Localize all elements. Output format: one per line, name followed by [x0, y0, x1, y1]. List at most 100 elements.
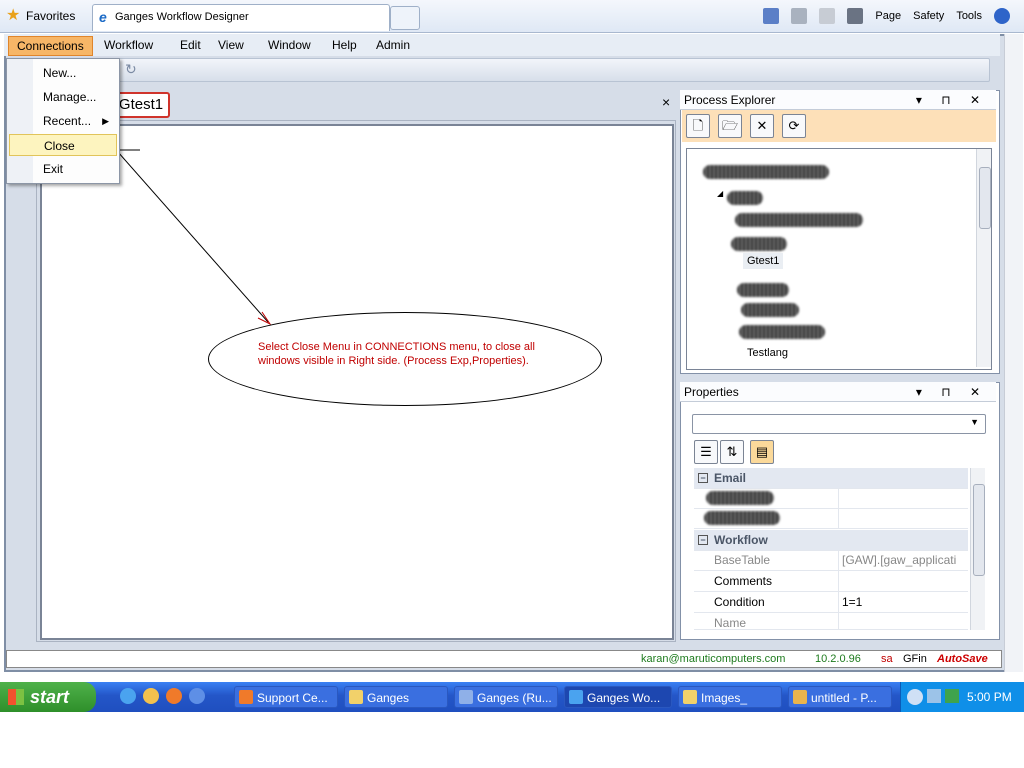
chevron-down-icon: ▼ [970, 417, 979, 427]
redacted-item [737, 283, 789, 297]
property-value[interactable]: 1=1 [842, 592, 966, 612]
task-label: Ganges Wo... [587, 691, 661, 705]
menu-item-new[interactable]: New... [9, 62, 117, 84]
paint-icon [793, 690, 807, 704]
properties-scrollbar[interactable] [970, 468, 985, 630]
menu-item-label: Exit [43, 162, 64, 176]
tree-item-gtest1[interactable]: Gtest1 [743, 253, 784, 269]
status-db-user: sa [881, 653, 893, 665]
status-version: 10.2.0.96 [815, 653, 861, 665]
quicklaunch-icon[interactable] [189, 688, 205, 704]
menu-item-label: Close [44, 139, 75, 153]
process-explorer-toolbar: 🗋 🗁 ✕ ⟳ [682, 110, 996, 142]
task-images[interactable]: Images_ [678, 686, 782, 708]
property-key: Name [714, 616, 747, 630]
quicklaunch-icon[interactable] [143, 688, 159, 704]
panel-controls[interactable]: ▾ ⊓ ✕ [916, 382, 988, 402]
status-database: GFin [903, 653, 927, 665]
redacted-item [739, 325, 825, 339]
start-label: start [30, 687, 70, 707]
property-row-comments[interactable]: Comments [694, 571, 968, 592]
app-icon [459, 690, 473, 704]
task-paint[interactable]: untitled - P... [788, 686, 892, 708]
category-label: Email [714, 471, 747, 485]
category-email[interactable]: − Email [694, 468, 968, 489]
property-row-name[interactable]: Name [694, 613, 968, 630]
scroll-thumb[interactable] [979, 167, 991, 229]
menu-item-label: Manage... [43, 90, 97, 104]
property-key: BaseTable [714, 553, 771, 567]
property-pages-icon[interactable]: ▤ [750, 440, 774, 464]
redacted-item [735, 213, 863, 227]
tray-app-icon[interactable] [945, 689, 959, 703]
refresh-icon[interactable]: ⟳ [782, 114, 806, 138]
menu-item-manage[interactable]: Manage... [9, 86, 117, 108]
property-value: [GAW].[gaw_applicati [842, 553, 957, 567]
firefox-quicklaunch-icon[interactable] [166, 688, 182, 704]
menu-item-close[interactable]: Close [9, 134, 117, 156]
task-label: Support Ce... [257, 691, 328, 705]
task-label: untitled - P... [811, 691, 877, 705]
network-icon[interactable] [927, 689, 941, 703]
connections-dropdown: New... Manage... Recent... ▶ Close Exit [6, 58, 120, 184]
task-ganges-workflow[interactable]: Ganges Wo... [564, 686, 672, 708]
scroll-thumb[interactable] [973, 484, 985, 576]
redacted-item [741, 303, 799, 317]
callout-text: Select Close Menu in CONNECTIONS menu, t… [258, 341, 535, 367]
redacted-item [727, 191, 763, 205]
redacted-item [703, 165, 829, 179]
category-workflow[interactable]: − Workflow [694, 530, 968, 551]
menu-item-recent[interactable]: Recent... ▶ [9, 110, 117, 132]
status-user-email: karan@maruticomputers.com [641, 653, 786, 665]
property-key: Condition [714, 595, 765, 609]
category-label: Workflow [714, 533, 768, 547]
delete-icon[interactable]: ✕ [750, 114, 774, 138]
object-selector[interactable]: ▼ [692, 414, 986, 434]
properties-title: Properties ▾ ⊓ ✕ [680, 382, 996, 402]
tree-expand-icon[interactable]: ◢ [717, 189, 723, 198]
collapse-icon[interactable]: − [698, 473, 708, 483]
start-button[interactable]: start [0, 682, 96, 712]
new-process-icon[interactable]: 🗋 [686, 114, 710, 138]
task-label: Images_ [701, 691, 748, 705]
folder-icon [349, 690, 363, 704]
property-key: Comments [714, 574, 773, 588]
windows-flag-icon [8, 689, 24, 705]
property-row-condition[interactable]: Condition 1=1 [694, 592, 968, 613]
redacted-item [704, 511, 780, 525]
categorized-icon[interactable]: ☰ [694, 440, 718, 464]
firefox-icon [239, 690, 253, 704]
tree-scrollbar[interactable] [976, 149, 991, 367]
collapse-icon[interactable]: − [698, 535, 708, 545]
menu-item-exit[interactable]: Exit [9, 158, 117, 180]
submenu-arrow-icon: ▶ [102, 116, 109, 126]
ie-quicklaunch-icon[interactable] [120, 688, 136, 704]
task-ganges[interactable]: Ganges [344, 686, 448, 708]
redacted-item [731, 237, 787, 251]
process-explorer-title: Process Explorer ▾ ⊓ ✕ [680, 90, 996, 110]
status-autosave: AutoSave [937, 653, 988, 665]
folder-icon [683, 690, 697, 704]
task-label: Ganges (Ru... [477, 691, 552, 705]
system-tray: 5:00 PM [900, 682, 1024, 712]
tray-expand-icon[interactable] [907, 689, 923, 705]
menu-item-label: New... [43, 66, 77, 80]
process-tree[interactable]: ◢ Gtest1 Testlang [686, 148, 992, 370]
status-bar: karan@maruticomputers.com 10.2.0.96 sa G… [6, 650, 1002, 668]
redacted-item [706, 491, 774, 505]
open-folder-icon[interactable]: 🗁 [718, 114, 742, 138]
property-row[interactable] [694, 488, 968, 509]
tree-item-testlang[interactable]: Testlang [747, 347, 788, 359]
clock: 5:00 PM [967, 690, 1012, 704]
property-row-basetable[interactable]: BaseTable [GAW].[gaw_applicati [694, 550, 968, 571]
sort-alpha-icon[interactable]: ⇅ [720, 440, 744, 464]
menu-item-label: Recent... [43, 114, 92, 128]
task-support[interactable]: Support Ce... [234, 686, 338, 708]
panel-title: Properties [684, 385, 739, 399]
task-label: Ganges [367, 691, 410, 705]
ie-icon [569, 690, 583, 704]
panel-controls[interactable]: ▾ ⊓ ✕ [916, 90, 988, 110]
task-ganges-running[interactable]: Ganges (Ru... [454, 686, 558, 708]
panel-title: Process Explorer [684, 93, 776, 107]
property-row[interactable] [694, 508, 968, 529]
